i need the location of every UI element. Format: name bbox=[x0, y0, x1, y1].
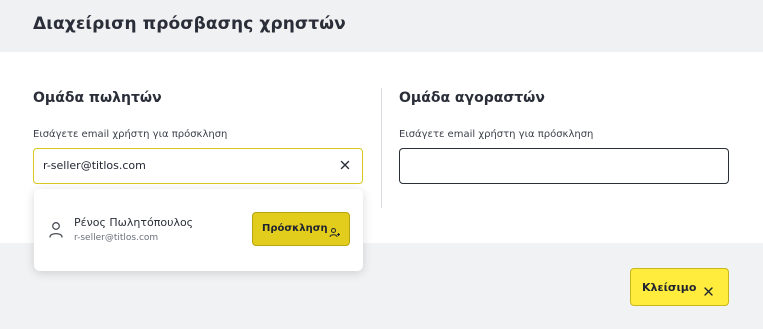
close-icon bbox=[703, 282, 714, 296]
sellers-email-input[interactable]: r-seller@titlos.com bbox=[33, 148, 363, 184]
column-divider bbox=[381, 88, 382, 208]
close-label: Κλείσιμο bbox=[642, 281, 697, 294]
user-icon bbox=[48, 221, 64, 239]
invite-label: Πρόσκληση bbox=[262, 223, 328, 234]
suggestion-user-name: Ρένος Πωλητόπουλος bbox=[74, 216, 194, 229]
buyers-email-label: Εισάγετε email χρήστη για πρόσκληση bbox=[399, 129, 594, 140]
modal-header: Διαχείριση πρόσβασης χρηστών bbox=[0, 0, 763, 52]
suggestion-user-email: r-seller@titlos.com bbox=[74, 233, 159, 243]
buyers-group-title: Ομάδα αγοραστών bbox=[399, 90, 545, 106]
sellers-group-title: Ομάδα πωλητών bbox=[33, 90, 162, 106]
modal-title: Διαχείριση πρόσβασης χρηστών bbox=[33, 14, 346, 34]
suggestion-dropdown: Ρένος Πωλητόπουλος r-seller@titlos.com Π… bbox=[34, 189, 363, 271]
sellers-email-value: r-seller@titlos.com bbox=[43, 159, 146, 172]
buyers-email-input[interactable] bbox=[399, 148, 729, 184]
sellers-email-label: Εισάγετε email χρήστη για πρόσκληση bbox=[33, 129, 228, 140]
add-user-icon bbox=[329, 224, 341, 238]
clear-icon[interactable] bbox=[338, 158, 352, 172]
close-button[interactable]: Κλείσιμο bbox=[630, 268, 729, 306]
invite-button[interactable]: Πρόσκληση bbox=[252, 212, 350, 246]
